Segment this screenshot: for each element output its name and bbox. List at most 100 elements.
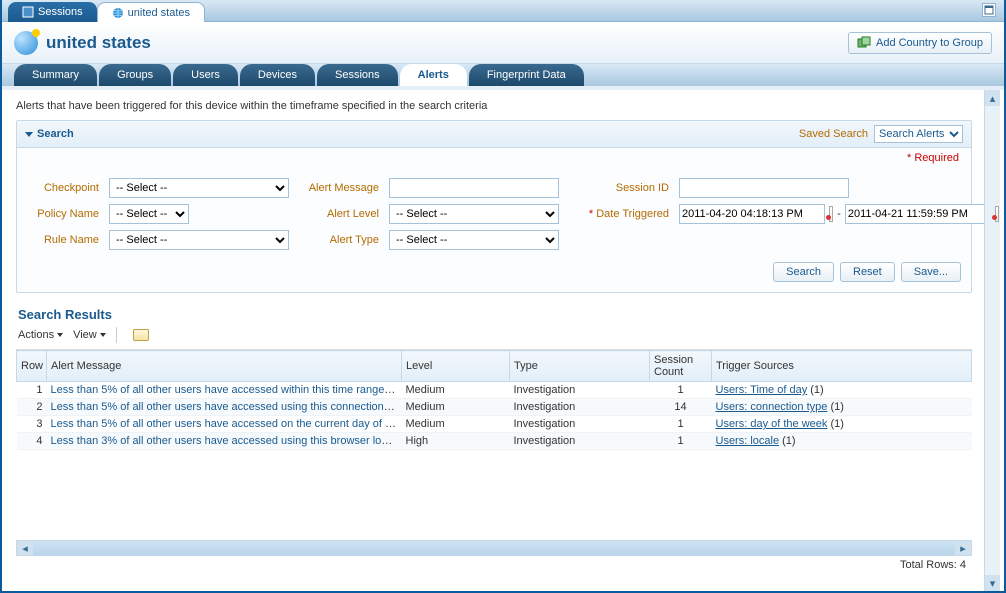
- horizontal-scrollbar[interactable]: ◂ ▸: [16, 540, 972, 556]
- cell-level: Medium: [402, 416, 510, 433]
- col-row[interactable]: Row: [17, 351, 47, 382]
- cell-level: Medium: [402, 382, 510, 399]
- vertical-scrollbar[interactable]: ▴ ▾: [984, 90, 1000, 591]
- chevron-down-icon: [57, 333, 63, 337]
- alert-message-link[interactable]: Less than 3% of all other users have acc…: [51, 435, 402, 447]
- tab-fingerprint-data[interactable]: Fingerprint Data: [469, 64, 584, 86]
- required-note: * Required: [17, 148, 971, 168]
- alert-message-label: Alert Message: [299, 182, 379, 194]
- cell-level: High: [402, 433, 510, 450]
- cell-row-num: 1: [17, 382, 47, 399]
- cell-alert-message: Less than 5% of all other users have acc…: [47, 399, 402, 416]
- tab-united-states[interactable]: united states: [97, 2, 205, 22]
- policy-name-label: Policy Name: [29, 208, 99, 220]
- alert-level-select[interactable]: -- Select --: [389, 204, 559, 224]
- total-rows: Total Rows: 4: [16, 556, 972, 574]
- tab-users[interactable]: Users: [173, 64, 238, 86]
- alert-level-label: Alert Level: [299, 208, 379, 220]
- results-table: Row Alert Message Level Type Session Cou…: [16, 350, 972, 450]
- date-from-input[interactable]: [679, 204, 825, 224]
- toolbar-divider: [116, 327, 117, 343]
- tab-sessions-sub[interactable]: Sessions: [317, 64, 398, 86]
- alert-message-link[interactable]: Less than 5% of all other users have acc…: [51, 418, 401, 430]
- cell-alert-message: Less than 5% of all other users have acc…: [47, 382, 402, 399]
- tab-groups[interactable]: Groups: [99, 64, 171, 86]
- alert-message-link[interactable]: Less than 5% of all other users have acc…: [51, 401, 402, 413]
- save-button[interactable]: Save...: [901, 262, 961, 282]
- rule-name-label: Rule Name: [29, 234, 99, 246]
- tab-alerts[interactable]: Alerts: [400, 64, 467, 86]
- collapse-icon[interactable]: [25, 132, 33, 137]
- calendar-icon[interactable]: [829, 206, 833, 222]
- col-session-count[interactable]: Session Count: [650, 351, 712, 382]
- date-to-input[interactable]: [845, 204, 991, 224]
- cell-row-num: 4: [17, 433, 47, 450]
- top-tab-bar: Sessions united states: [2, 0, 1004, 22]
- cell-trigger-sources: Users: connection type (1): [712, 399, 972, 416]
- checkpoint-select[interactable]: -- Select --: [109, 178, 289, 198]
- tab-devices[interactable]: Devices: [240, 64, 315, 86]
- alert-type-select[interactable]: -- Select --: [389, 230, 559, 250]
- saved-search-select[interactable]: Search Alerts: [874, 125, 963, 143]
- col-trigger-sources[interactable]: Trigger Sources: [712, 351, 972, 382]
- page-title: united states: [46, 33, 151, 53]
- cell-row-num: 2: [17, 399, 47, 416]
- search-panel: Search Saved Search Search Alerts * Requ…: [16, 120, 972, 293]
- calendar-icon[interactable]: [995, 206, 999, 222]
- trigger-source-link[interactable]: Users: locale: [716, 435, 780, 447]
- cell-type: Investigation: [510, 416, 650, 433]
- tab-united-states-label: united states: [128, 7, 190, 19]
- date-separator: -: [837, 208, 841, 220]
- results-toolbar: Actions View: [16, 325, 972, 350]
- reset-button[interactable]: Reset: [840, 262, 895, 282]
- add-group-icon: [857, 36, 871, 50]
- cell-trigger-sources: Users: locale (1): [712, 433, 972, 450]
- chevron-down-icon: [100, 333, 106, 337]
- trigger-source-link[interactable]: Users: day of the week: [716, 418, 828, 430]
- title-bar: united states Add Country to Group: [2, 22, 1004, 64]
- expand-icon[interactable]: [982, 3, 996, 17]
- col-alert-message[interactable]: Alert Message: [47, 351, 402, 382]
- search-results-title: Search Results: [18, 307, 972, 322]
- folder-icon[interactable]: [133, 329, 149, 341]
- saved-search-label: Saved Search: [799, 128, 868, 140]
- policy-name-select[interactable]: -- Select --: [109, 204, 189, 224]
- cell-alert-message: Less than 5% of all other users have acc…: [47, 416, 402, 433]
- session-id-input[interactable]: [679, 178, 849, 198]
- add-country-label: Add Country to Group: [876, 37, 983, 49]
- scroll-down-icon[interactable]: ▾: [985, 575, 1000, 591]
- table-row[interactable]: 3Less than 5% of all other users have ac…: [17, 416, 972, 433]
- content-area: ▴ ▾ Alerts that have been triggered for …: [2, 90, 1004, 591]
- trigger-source-link[interactable]: Users: connection type: [716, 401, 828, 413]
- trigger-source-link[interactable]: Users: Time of day: [716, 384, 808, 396]
- scroll-up-icon[interactable]: ▴: [985, 90, 1000, 106]
- rule-name-select[interactable]: -- Select --: [109, 230, 289, 250]
- alert-type-label: Alert Type: [299, 234, 379, 246]
- cell-trigger-sources: Users: day of the week (1): [712, 416, 972, 433]
- cell-session-count: 1: [650, 382, 712, 399]
- tab-sessions[interactable]: Sessions: [8, 2, 97, 22]
- date-triggered-label: Date Triggered: [569, 208, 669, 220]
- view-menu[interactable]: View: [73, 329, 106, 341]
- col-type[interactable]: Type: [510, 351, 650, 382]
- tab-summary[interactable]: Summary: [14, 64, 97, 86]
- cell-session-count: 1: [650, 433, 712, 450]
- table-row[interactable]: 1 Less than 5% of all other users have ac…: [17, 382, 972, 399]
- col-level[interactable]: Level: [402, 351, 510, 382]
- tab-sessions-label: Sessions: [38, 6, 83, 18]
- add-country-to-group-button[interactable]: Add Country to Group: [848, 32, 992, 54]
- globe-icon: [112, 7, 124, 19]
- search-button[interactable]: Search: [773, 262, 834, 282]
- alert-message-input[interactable]: [389, 178, 559, 198]
- scroll-right-icon[interactable]: ▸: [955, 541, 971, 555]
- subtab-bar: Summary Groups Users Devices Sessions Al…: [2, 64, 1004, 90]
- actions-menu[interactable]: Actions: [18, 329, 63, 341]
- session-id-label: Session ID: [569, 182, 669, 194]
- scroll-left-icon[interactable]: ◂: [17, 541, 33, 555]
- scroll-track[interactable]: [33, 541, 955, 555]
- cell-type: Investigation: [510, 382, 650, 399]
- table-row[interactable]: 2 Less than 5% of all other users have ac…: [17, 399, 972, 416]
- table-row[interactable]: 4 Less than 3% of all other users have ac…: [17, 433, 972, 450]
- alert-message-link[interactable]: Less than 5% of all other users have acc…: [51, 384, 402, 396]
- globe-large-icon: [14, 31, 38, 55]
